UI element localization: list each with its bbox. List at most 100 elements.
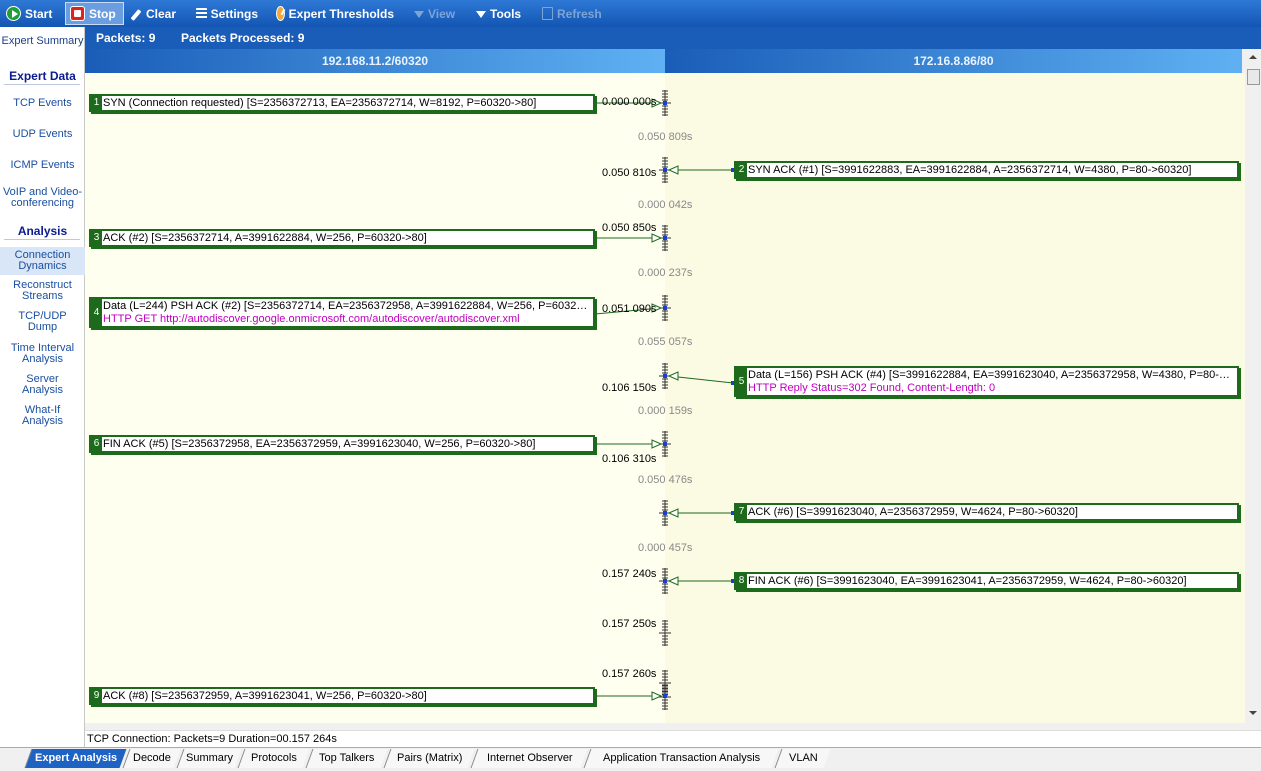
sidebar-item-reconstruct-streams[interactable]: Reconstruct Streams [0, 280, 85, 302]
eraser-icon [132, 7, 142, 20]
host-left-label: 192.168.11.2/60320 [85, 49, 665, 73]
tab-label: Protocols [251, 752, 297, 764]
packet-box[interactable]: 6 FIN ACK (#5) [S=2356372958, EA=2356372… [89, 435, 595, 453]
expert-thresholds-button[interactable]: Expert Thresholds [272, 2, 398, 25]
packet-summary: Data (L=244) PSH ACK (#2) [S=2356372714,… [103, 300, 591, 312]
sidebar-item-time-interval-analysis[interactable]: Time Interval Analysis [0, 343, 85, 365]
main-toolbar: Start Stop Clear Settings Expert Thresho… [0, 0, 1261, 27]
timestamp-label: 0.106 150s [602, 382, 657, 394]
timeline-marker [663, 374, 667, 378]
settings-label: Settings [210, 6, 258, 21]
gauge-icon [276, 6, 285, 21]
sidebar-item-connection-dynamics[interactable]: Connection Dynamics [0, 247, 85, 275]
host-header: 192.168.11.2/60320 172.16.8.86/80 [85, 49, 1261, 73]
tools-label: Tools [490, 6, 522, 21]
stop-label: Stop [89, 6, 116, 21]
tab-label: Expert Analysis [34, 752, 118, 764]
scroll-thumb[interactable] [1247, 69, 1260, 85]
host-right-label: 172.16.8.86/80 [665, 49, 1242, 73]
packet-box[interactable]: 3 ACK (#2) [S=2356372714, A=3991622884, … [89, 229, 595, 247]
packet-number: 2 [736, 163, 747, 177]
packet-summary: ACK (#6) [S=3991623040, A=2356372959, W=… [748, 506, 1078, 518]
packets-processed-count: Packets Processed: 9 [181, 31, 305, 45]
packet-number: 4 [91, 299, 102, 326]
tab-internet-observer[interactable]: Internet Observer [470, 749, 588, 768]
stop-button[interactable]: Stop [65, 2, 124, 25]
refresh-icon [542, 7, 553, 20]
refresh-button[interactable]: Refresh [538, 2, 606, 25]
vertical-scrollbar[interactable] [1245, 49, 1261, 723]
packet-box[interactable]: 4 Data (L=244) PSH ACK (#2) [S=235637271… [89, 297, 595, 328]
tab-vlan[interactable]: VLAN [774, 749, 831, 768]
packet-box[interactable]: 1 SYN (Connection requested) [S=23563727… [89, 94, 595, 112]
tools-menu[interactable]: Tools [472, 2, 528, 25]
timestamp-label: 0.050 850s [602, 222, 657, 234]
packet-box[interactable]: 9 ACK (#8) [S=2356372959, A=3991623041, … [89, 687, 595, 705]
sidebar-item-udp-events[interactable]: UDP Events [0, 129, 85, 140]
tab-protocols[interactable]: Protocols [237, 749, 310, 768]
packet-summary: ACK (#2) [S=2356372714, A=3991622884, W=… [103, 232, 427, 244]
view-menu[interactable]: View [410, 2, 462, 25]
delta-label: 0.000 237s [638, 267, 693, 279]
sidebar-item-label: conferencing [11, 197, 74, 209]
tab-top-talkers[interactable]: Top Talkers [305, 749, 388, 768]
delta-label: 0.055 057s [638, 336, 693, 348]
tab-pairs-matrix[interactable]: Pairs (Matrix) [383, 749, 475, 768]
sidebar-item-voip[interactable]: VoIP and Video- conferencing [0, 187, 85, 209]
tab-summary[interactable]: Summary [176, 749, 242, 768]
sidebar-header-expert-data: Expert Data [9, 69, 76, 83]
clear-label: Clear [145, 6, 176, 21]
sidebar-item-tcpudp-dump[interactable]: TCP/UDP Dump [0, 311, 85, 333]
packet-summary: SYN ACK (#1) [S=3991622883, EA=399162288… [748, 164, 1192, 176]
sidebar-item-label: Dump [27, 321, 58, 333]
tab-application-transaction-analysis[interactable]: Application Transaction Analysis [583, 749, 779, 768]
timeline-marker [663, 442, 667, 446]
packet-box[interactable]: 7 ACK (#6) [S=3991623040, A=2356372959, … [734, 503, 1239, 521]
sidebar-item-label: Streams [22, 290, 63, 302]
sidebar-item-icmp-events[interactable]: ICMP Events [0, 160, 85, 171]
expert-sidebar: Expert Summary Expert Data TCP Events UD… [0, 27, 85, 747]
sidebar-item-whatif-analysis[interactable]: What-If Analysis [0, 405, 85, 427]
delta-label: 0.000 457s [638, 542, 693, 554]
delta-label: 0.050 809s [638, 131, 693, 143]
sidebar-item-label: Analysis [22, 384, 63, 396]
timestamp-label: 0.157 240s [602, 568, 657, 580]
delta-label: 0.000 159s [638, 405, 693, 417]
delta-label: 0.000 042s [638, 199, 693, 211]
packet-summary: Data (L=156) PSH ACK (#4) [S=3991622884,… [748, 369, 1235, 381]
clear-button[interactable]: Clear [128, 2, 180, 25]
packet-detail: HTTP GET http://autodiscover.google.onmi… [103, 313, 520, 325]
tab-expert-analysis[interactable]: Expert Analysis [24, 749, 127, 768]
stop-icon [70, 6, 85, 21]
start-button[interactable]: Start [2, 2, 58, 25]
refresh-label: Refresh [557, 6, 602, 21]
tab-label: Top Talkers [319, 752, 375, 764]
packet-box[interactable]: 2 SYN ACK (#1) [S=3991622883, EA=3991622… [734, 161, 1239, 179]
timeline-marker [663, 236, 667, 240]
timestamp-label: 0.051 090s [602, 303, 657, 315]
divider [4, 239, 80, 240]
settings-icon [196, 7, 207, 20]
sidebar-item-tcp-events[interactable]: TCP Events [0, 98, 85, 109]
packet-number: 7 [736, 505, 747, 519]
timeline-marker [663, 579, 667, 583]
connection-dynamics-diagram[interactable]: 1 SYN (Connection requested) [S=23563727… [85, 73, 1245, 723]
expert-thresholds-label: Expert Thresholds [288, 6, 394, 21]
left-lane [85, 73, 665, 723]
packet-summary: SYN (Connection requested) [S=2356372713… [103, 97, 537, 109]
settings-button[interactable]: Settings [192, 2, 262, 25]
packet-box[interactable]: 5 Data (L=156) PSH ACK (#4) [S=399162288… [734, 366, 1239, 397]
timestamp-label: 0.050 810s [602, 167, 657, 179]
packet-detail: HTTP Reply Status=302 Found, Content-Len… [748, 382, 996, 394]
scroll-down-icon[interactable] [1245, 705, 1261, 721]
packet-box[interactable]: 8 FIN ACK (#6) [S=3991623040, EA=3991623… [734, 572, 1239, 590]
sidebar-item-server-analysis[interactable]: Server Analysis [0, 374, 85, 396]
packet-number: 6 [91, 437, 102, 451]
tab-decode[interactable]: Decode [122, 749, 181, 768]
sidebar-item-expert-summary[interactable]: Expert Summary [0, 36, 85, 47]
timeline-marker [663, 168, 667, 172]
tab-label: Application Transaction Analysis [602, 752, 761, 764]
scroll-up-icon[interactable] [1245, 49, 1261, 65]
chevron-down-icon [414, 10, 424, 18]
packet-number: 8 [736, 574, 747, 588]
